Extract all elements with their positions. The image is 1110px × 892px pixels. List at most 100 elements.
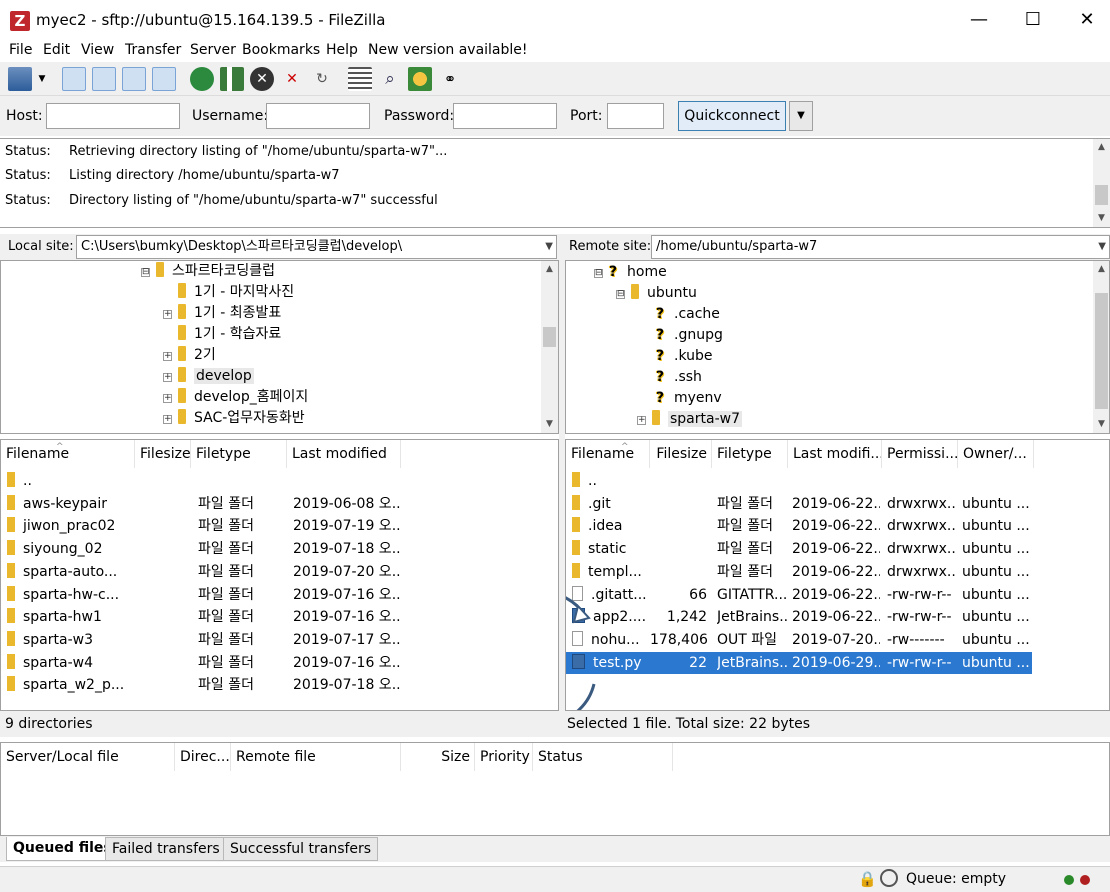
table-row[interactable]: static 파일 폴더 2019-06-22... drwxrwx... ubuntu… [566,538,1032,560]
toggle-message-log-icon[interactable] [62,67,86,91]
collapse-icon[interactable]: ⊟ [141,268,150,277]
site-manager-icon[interactable] [8,67,32,91]
column-filename[interactable]: ^ Filename [1,440,135,468]
reconnect-icon[interactable]: ↻ [310,67,334,91]
tree-item[interactable]: ? myenv [656,388,722,408]
sync-browsing-icon[interactable] [408,67,432,91]
tree-item[interactable]: ? .ssh [656,367,702,387]
toggle-local-tree-icon[interactable] [92,67,116,91]
menu-edit[interactable]: Edit [43,42,70,58]
tree-item[interactable]: 1기 - 학습자료 [178,324,281,344]
tree-item[interactable]: ⊟? home [594,262,667,282]
chevron-down-icon[interactable]: ▼ [1098,236,1106,258]
table-row[interactable]: siyoung_02 파일 폴더 2019-07-18 오... [1,538,541,560]
menu-help[interactable]: Help [326,42,358,58]
tree-item[interactable]: ⊟ ubuntu [616,283,697,303]
queue-column-remote-file[interactable]: Remote file [231,743,401,771]
scroll-up-icon[interactable]: ▲ [1093,139,1110,156]
table-row[interactable]: test.py 22 JetBrains... 2019-06-29... -rw-rw… [566,651,1032,674]
queue-column-size[interactable]: Size [401,743,475,771]
scroll-up-icon[interactable]: ▲ [1093,261,1109,278]
table-row[interactable]: sparta-w3 파일 폴더 2019-07-17 오... [1,629,541,651]
column-filetype[interactable]: Filetype [191,440,287,468]
tree-item[interactable]: ? .gnupg [656,325,723,345]
table-row[interactable]: sparta-w4 파일 폴더 2019-07-16 오... [1,652,541,674]
search-icon[interactable]: ⌕ [378,67,402,91]
menu-new-version[interactable]: New version available! [368,42,528,58]
column-filesize[interactable]: Filesize [135,440,191,468]
tree-item[interactable]: + develop [163,366,254,386]
collapse-icon[interactable]: ⊟ [616,290,625,299]
column-last-modified[interactable]: Last modifi... [788,440,882,468]
column-filename[interactable]: ^ Filename [566,440,650,468]
table-row[interactable]: sparta-hw-c... 파일 폴더 2019-07-16 오... [1,584,541,606]
tree-item[interactable]: ⊟ 스파르타코딩클럽 [141,261,275,281]
scroll-thumb[interactable] [1095,293,1108,409]
table-row[interactable]: .. [1,470,541,492]
minimize-button[interactable]: — [956,6,1002,34]
column-last-modified[interactable]: Last modified [287,440,401,468]
scroll-down-icon[interactable]: ▼ [541,416,558,433]
table-row[interactable]: sparta-auto... 파일 폴더 2019-07-20 오... [1,561,541,583]
scroll-down-icon[interactable]: ▼ [1093,416,1109,433]
tree-item[interactable]: + sparta-w7 [637,409,742,429]
column-permissions[interactable]: Permissi... [882,440,958,468]
tree-item[interactable]: + develop_홈페이지 [163,387,308,407]
expand-icon[interactable]: + [637,416,646,425]
toggle-transfer-queue-icon[interactable] [152,67,176,91]
scroll-up-icon[interactable]: ▲ [541,261,558,278]
table-row[interactable]: nohu... 178,406 OUT 파일 2019-07-20... -rw----… [566,629,1032,651]
port-input[interactable] [607,103,664,129]
expand-icon[interactable]: + [163,415,172,424]
table-row[interactable]: sparta_w2_p... 파일 폴더 2019-07-18 오... [1,674,541,696]
tree-item[interactable]: 1기 - 마지막사진 [178,282,294,302]
disconnect-icon[interactable]: ✕ [280,67,304,91]
table-row[interactable]: .gitatt... 66 GITATTR... 2019-06-22... -rw-r… [566,584,1032,606]
table-row[interactable]: aws-keypair 파일 폴더 2019-06-08 오... [1,493,541,515]
table-row[interactable]: .idea 파일 폴더 2019-06-22... drwxrwx... ubuntu … [566,515,1032,537]
remote-site-path-input[interactable]: /home/ubuntu/sparta-w7 ▼ [651,235,1110,259]
tree-item[interactable]: +2기 [163,345,216,365]
quickconnect-button[interactable]: Quickconnect [678,101,786,131]
menu-transfer[interactable]: Transfer [125,42,181,58]
cancel-operation-icon[interactable]: ✕ [250,67,274,91]
column-owner-group[interactable]: Owner/... [958,440,1034,468]
expand-icon[interactable]: + [163,373,172,382]
log-scrollbar[interactable]: ▲ ▼ [1093,139,1110,227]
find-files-icon[interactable]: ⚭ [438,67,462,91]
local-site-path-input[interactable]: C:\Users\bumky\Desktop\스파르타코딩클럽\develop\… [76,235,557,259]
close-button[interactable]: ✕ [1064,6,1110,34]
quickconnect-dropdown-icon[interactable]: ▼ [789,101,813,131]
scroll-thumb[interactable] [1095,185,1108,205]
queue-column-status[interactable]: Status [533,743,673,771]
pane-divider[interactable] [559,234,565,737]
tree-item[interactable]: ? .cache [656,304,720,324]
collapse-icon[interactable]: ⊟ [594,269,603,278]
table-row[interactable]: sparta-hw1 파일 폴더 2019-07-16 오... [1,606,541,628]
tab-queued-files[interactable]: Queued files [6,837,119,861]
chevron-down-icon[interactable]: ▼ [545,236,553,258]
menu-bookmarks[interactable]: Bookmarks [242,42,320,58]
tree-item[interactable]: + SAC-업무자동화반 [163,408,305,428]
table-row[interactable]: .. [566,470,1032,492]
column-filesize[interactable]: Filesize [650,440,712,468]
toggle-remote-tree-icon[interactable] [122,67,146,91]
menu-server[interactable]: Server [190,42,236,58]
refresh-icon[interactable] [190,67,214,91]
tree-item[interactable]: +1기 - 최종발표 [163,303,281,323]
queue-column-server-local-file[interactable]: Server/Local file [1,743,175,771]
host-input[interactable] [46,103,180,129]
remote-tree-scrollbar[interactable]: ▲ ▼ [1093,261,1109,433]
maximize-button[interactable]: ☐ [1010,6,1056,34]
process-queue-icon[interactable] [220,67,244,91]
tab-successful-transfers[interactable]: Successful transfers [223,837,379,861]
tab-failed-transfers[interactable]: Failed transfers [105,837,227,861]
password-input[interactable] [453,103,557,129]
table-row[interactable]: app2.... 1,242 JetBrains... 2019-06-22... -r… [566,606,1032,628]
expand-icon[interactable]: + [163,394,172,403]
queue-column-priority[interactable]: Priority [475,743,533,771]
table-row[interactable]: templ... 파일 폴더 2019-06-22... drwxrwx... ubun… [566,561,1032,583]
tree-item[interactable]: ? .kube [656,346,713,366]
queue-column-direction[interactable]: Direc... [175,743,231,771]
table-row[interactable]: .git 파일 폴더 2019-06-22... drwxrwx... ubuntu .… [566,493,1032,515]
